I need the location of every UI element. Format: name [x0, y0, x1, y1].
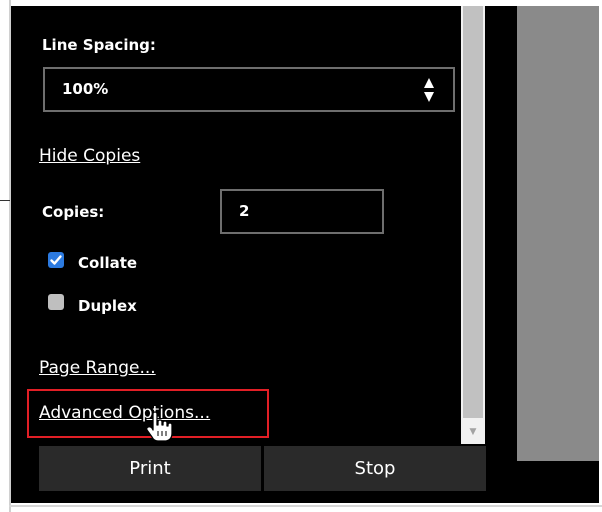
checkmark-icon [50, 255, 62, 265]
collate-checkbox[interactable] [48, 252, 64, 268]
print-button[interactable]: Print [39, 446, 261, 491]
scroll-down-arrow-icon[interactable]: ▼ [466, 425, 480, 439]
scrollbar-thumb[interactable] [463, 6, 483, 418]
select-arrows-icon [424, 78, 434, 102]
duplex-checkbox[interactable] [48, 294, 64, 310]
line-spacing-select[interactable]: 100% [43, 67, 455, 112]
print-preview-area [517, 6, 599, 461]
page-range-link[interactable]: Page Range... [39, 358, 156, 378]
duplex-label: Duplex [78, 297, 137, 315]
advanced-options-link[interactable]: Advanced Options... [39, 403, 210, 423]
divider-tick [0, 200, 10, 201]
collate-label: Collate [78, 254, 138, 272]
line-spacing-value: 100% [62, 80, 109, 98]
line-spacing-label: Line Spacing: [42, 36, 156, 54]
window-bottom-border [9, 505, 602, 507]
copies-label: Copies: [42, 203, 105, 221]
hide-copies-link[interactable]: Hide Copies [39, 146, 140, 166]
stop-button[interactable]: Stop [264, 446, 486, 491]
copies-input[interactable]: 2 [220, 189, 384, 234]
hand-pointer-cursor-icon [146, 411, 173, 442]
